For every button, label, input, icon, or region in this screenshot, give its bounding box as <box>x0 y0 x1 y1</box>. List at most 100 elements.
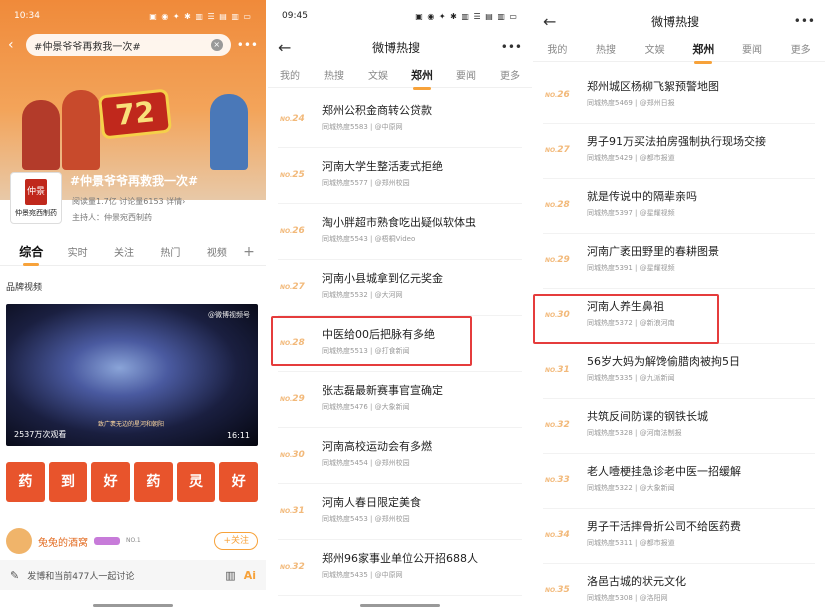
rank-prefix: NO. <box>280 452 293 459</box>
rank-prefix: NO. <box>545 422 558 429</box>
hot-item[interactable]: NO.29 河南广袤田野里的春耕图景 同城热度5391 | @星耀视频 <box>533 233 825 289</box>
hot-item[interactable]: NO.24 郑州公积金商转公贷款 同城热度5583 | @中原网 <box>268 92 532 148</box>
rank-number: NO.29 <box>545 255 570 265</box>
rank-value: 31 <box>557 365 570 375</box>
hot-item[interactable]: NO.33 老人噎梗挂急诊老中医一招缓解 同城热度5322 | @大象新闻 <box>533 453 825 509</box>
rank-prefix: NO. <box>545 92 558 99</box>
hot-item-title: 河南高校运动会有多燃 <box>322 440 432 453</box>
hot-item[interactable]: NO.32 郑州96家事业单位公开招688人 同城热度5435 | @中原网 <box>268 540 532 596</box>
tab-zhengzhou[interactable]: 郑州 <box>679 41 728 64</box>
topic-stats[interactable]: 阅读量1.7亿 讨论量6153 详情› <box>72 196 185 207</box>
tab-hot[interactable]: 热搜 <box>582 41 631 56</box>
hot-item[interactable]: NO.34 男子干活摔骨折公司不给医药费 同城热度5311 | @都市报道 <box>533 508 825 564</box>
hot-item-title: 就是传说中的隔辈亲吗 <box>587 190 697 203</box>
rank-value: 29 <box>292 394 305 404</box>
tab-hot[interactable]: 热搜 <box>312 67 356 82</box>
rank-number: NO.30 <box>280 450 305 460</box>
tab-news[interactable]: 要闻 <box>728 41 777 56</box>
back-icon[interactable]: ‹ <box>8 37 20 53</box>
clear-icon[interactable]: × <box>210 39 223 51</box>
sticker[interactable]: 灵 <box>176 462 216 502</box>
tab-more[interactable]: 更多 <box>488 67 532 82</box>
back-arrow-icon[interactable]: ← <box>278 38 291 57</box>
follow-button[interactable]: +关注 <box>214 532 258 550</box>
search-bar: ‹ #仲景爷爷再救我一次# × ••• <box>8 34 258 56</box>
hot-item[interactable]: NO.35 洛邑古城的状元文化 同城热度5308 | @洛阳网 <box>533 563 825 615</box>
back-arrow-icon[interactable]: ← <box>543 12 556 31</box>
figure-illustration <box>210 94 248 170</box>
hot-item[interactable]: NO.31 56岁大妈为解馋偷腊肉被拘5日 同城热度5335 | @九派新闻 <box>533 343 825 399</box>
ai-button[interactable]: Ai <box>244 569 256 582</box>
comment-input[interactable]: 发博和当前477人一起讨论 <box>27 569 217 582</box>
rank-prefix: NO. <box>545 147 558 154</box>
rank-prefix: NO. <box>545 532 558 539</box>
hot-item[interactable]: NO.27 河南小县城拿到亿元奖金 同城热度5532 | @大河网 <box>268 260 532 316</box>
tab-mine[interactable]: 我的 <box>268 67 312 82</box>
highlight-box <box>271 316 472 366</box>
rank-prefix: NO. <box>280 172 293 179</box>
hot-item-meta: 同城热度5543 | @梧桐Video <box>322 235 416 243</box>
sticker[interactable]: 药 <box>6 462 45 502</box>
search-input[interactable]: #仲景爷爷再救我一次# × <box>26 34 231 56</box>
hot-item[interactable]: NO.32 共筑反间防谍的钢铁长城 同城热度5328 | @河南法制报 <box>533 398 825 454</box>
status-bar: 10:34 ▣ ◉ ✦ ✱ ▥ ☰ ▤ ▥ ▭ <box>0 0 266 32</box>
edit-icon[interactable]: ✎ <box>10 569 19 582</box>
sticker[interactable]: 好 <box>91 462 131 502</box>
user-name[interactable]: 兔兔的酒窝 <box>38 534 88 549</box>
hot-item[interactable]: NO.28 就是传说中的隔辈亲吗 同城热度5397 | @星耀视频 <box>533 178 825 234</box>
brand-logo[interactable]: 仲景 仲景宛西制药 <box>10 172 62 224</box>
sticker-row: 药 到 好 药 灵 好 <box>6 462 259 502</box>
rank-value: 24 <box>292 114 305 124</box>
hot-item-title: 郑州96家事业单位公开招688人 <box>322 552 478 565</box>
hot-item[interactable]: NO.30 河南高校运动会有多燃 同城热度5454 | @郑州校园 <box>268 428 532 484</box>
hot-search-panel-1: 09:45 ▣ ◉ ✦ ✱ ▥ ☰ ▤ ▥ ▭ ← 微博热搜 ••• 我的 热搜… <box>268 0 532 615</box>
avatar[interactable] <box>6 528 32 554</box>
hot-item[interactable]: NO.31 河南人春日限定美食 同城热度5453 | @郑州校园 <box>268 484 532 540</box>
tab-entertainment[interactable]: 文娱 <box>356 67 400 82</box>
tab-zhengzhou[interactable]: 郑州 <box>400 67 444 90</box>
topic-title: #仲景爷爷再救我一次# <box>70 174 199 188</box>
hot-item[interactable]: NO.25 河南大学生整活麦式拒绝 同城热度5577 | @郑州校园 <box>268 148 532 204</box>
sticker[interactable]: 药 <box>134 462 173 502</box>
add-tab-icon[interactable]: + <box>240 244 258 260</box>
rank-prefix: NO. <box>545 477 558 484</box>
hot-item[interactable]: NO.26 郑州城区杨柳飞絮预警地图 同城热度5469 | @郑州日报 <box>533 68 825 124</box>
logo-mark: 仲景 <box>25 178 47 205</box>
tab-news[interactable]: 要闻 <box>444 67 488 82</box>
rank-number: NO.27 <box>545 145 570 155</box>
sticker[interactable]: 到 <box>48 462 88 502</box>
hot-item[interactable]: NO.27 男子91万买法拍房强制执行现场交接 同城热度5429 | @都市报道 <box>533 123 825 179</box>
rank-prefix: NO. <box>280 228 293 235</box>
brand-video[interactable]: @微博视频号 致广袤无边的星河和朝阳 2537万次观看 16:11 <box>6 304 258 446</box>
tab-following[interactable]: 关注 <box>101 244 147 259</box>
video-views: 2537万次观看 <box>14 430 67 439</box>
hot-item-meta: 同城热度5335 | @九派新闻 <box>587 374 675 382</box>
sticker[interactable]: 好 <box>219 462 259 502</box>
more-icon[interactable]: ••• <box>794 14 815 28</box>
stats-icon[interactable]: ▥ <box>225 569 235 582</box>
tab-entertainment[interactable]: 文娱 <box>630 41 679 56</box>
tab-more[interactable]: 更多 <box>776 41 825 56</box>
tab-realtime[interactable]: 实时 <box>54 244 100 259</box>
figure-illustration <box>62 90 100 170</box>
hot-item[interactable]: NO.29 张志磊最新赛事官宣确定 同城热度5476 | @大象新闻 <box>268 372 532 428</box>
more-icon[interactable]: ••• <box>237 38 258 52</box>
more-icon[interactable]: ••• <box>501 40 522 54</box>
tab-hot[interactable]: 热门 <box>147 244 193 259</box>
rank-value: 33 <box>557 475 570 485</box>
video-caption: 致广袤无边的星河和朝阳 <box>98 421 165 428</box>
rank-prefix: NO. <box>280 564 293 571</box>
tab-mine[interactable]: 我的 <box>533 41 582 56</box>
rank-number: NO.34 <box>545 530 570 540</box>
hot-item-title: 淘小胖超市熟食吃出疑似软体虫 <box>322 216 476 229</box>
rank-value: 35 <box>557 585 570 595</box>
rank-number: NO.35 <box>545 585 570 595</box>
tab-comprehensive[interactable]: 综合 <box>8 243 54 266</box>
hot-item-title: 张志磊最新赛事官宣确定 <box>322 384 443 397</box>
hot-item-title: 河南人春日限定美食 <box>322 496 421 509</box>
hot-search-panel-2: ← 微博热搜 ••• 我的 热搜 文娱 郑州 要闻 更多 NO.26 郑州城区杨柳… <box>533 0 825 615</box>
hot-item-meta: 同城热度5391 | @星耀视频 <box>587 264 675 272</box>
tab-video[interactable]: 视频 <box>194 244 240 259</box>
hot-item[interactable]: NO.26 淘小胖超市熟食吃出疑似软体虫 同城热度5543 | @梧桐Video <box>268 204 532 260</box>
hot-item-meta: 同城热度5397 | @星耀视频 <box>587 209 675 217</box>
